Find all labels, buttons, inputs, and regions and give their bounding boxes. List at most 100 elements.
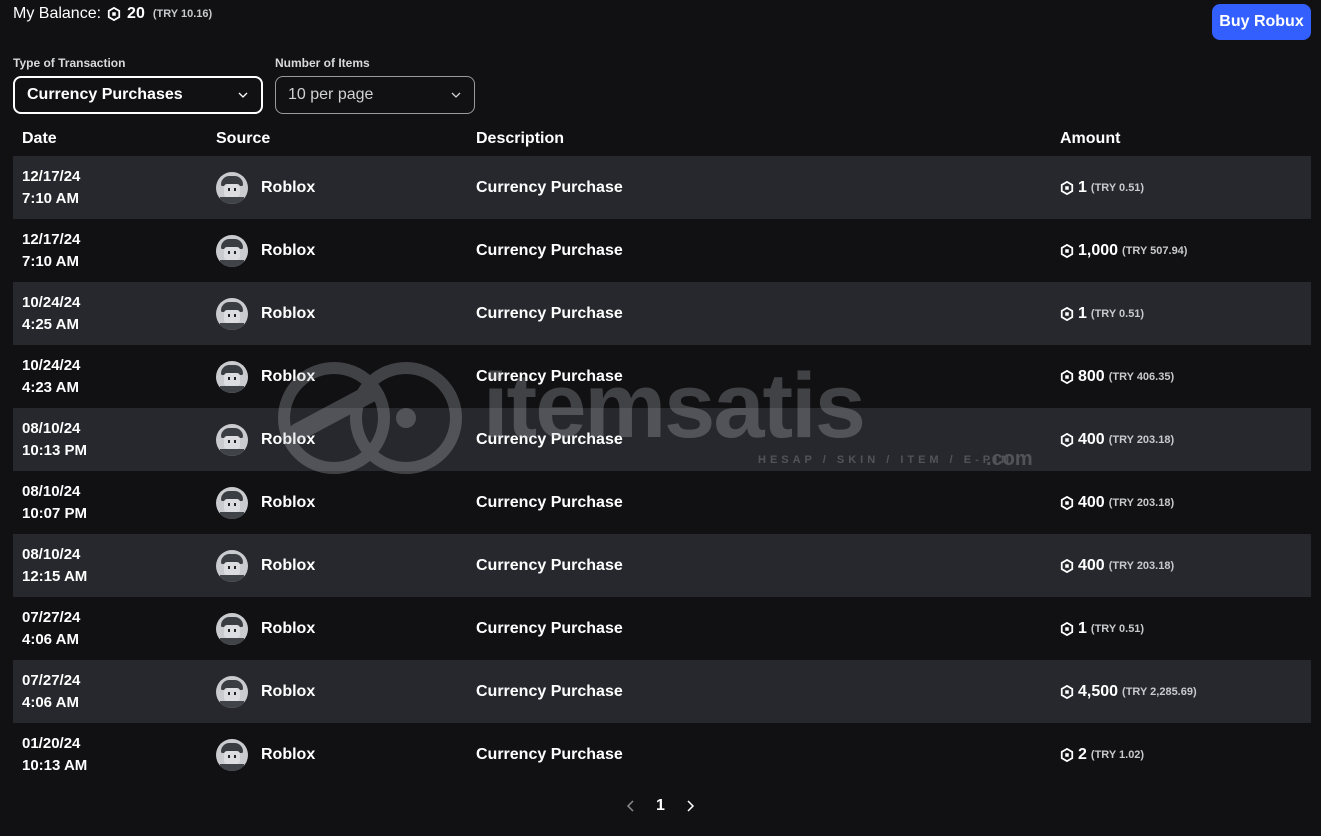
row-description: Currency Purchase [476,178,623,196]
row-amount: 400 [1078,493,1105,511]
row-description: Currency Purchase [476,241,623,259]
transaction-type-select[interactable]: Currency Purchases [13,76,263,114]
avatar[interactable] [216,549,248,582]
avatar[interactable] [216,360,248,393]
balance-try: (TRY 10.16) [152,8,213,20]
row-date-cell: 10/24/24 4:25 AM [13,292,216,336]
row-date-cell: 12/17/24 7:10 AM [13,166,216,210]
items-count-filter: Number of Items 10 per page [275,56,475,114]
row-source[interactable]: Roblox [261,305,315,323]
row-source[interactable]: Roblox [261,242,315,260]
row-description: Currency Purchase [476,619,623,637]
row-time: 4:25 AM [22,315,79,333]
row-source-cell: Roblox [216,738,476,771]
robux-icon [107,7,121,21]
robux-icon [1060,558,1074,573]
balance-amount: 20 [127,5,145,22]
table-body: 12/17/24 7:10 AM Roblox Currency Purchase 1(… [13,156,1311,786]
row-amount: 1 [1078,178,1087,196]
chevron-right-icon[interactable] [683,799,697,813]
row-date-cell: 07/27/24 4:06 AM [13,607,216,651]
row-time: 7:10 AM [22,252,79,270]
row-amount: 1,000 [1078,241,1119,259]
avatar[interactable] [216,297,248,330]
row-amount: 1 [1078,619,1087,637]
items-count-select[interactable]: 10 per page [275,76,475,114]
row-source[interactable]: Roblox [261,557,315,575]
row-date: 01/20/24 [22,734,81,752]
table-row: 08/10/24 12:15 AM Roblox Currency Purchase 4… [13,534,1311,597]
avatar[interactable] [216,675,248,708]
row-description: Currency Purchase [476,367,623,385]
table-row: 07/27/24 4:06 AM Roblox Currency Purchase 4,… [13,660,1311,723]
items-count-label: Number of Items [275,56,370,70]
row-date: 07/27/24 [22,608,81,626]
row-amount-try: (TRY 0.51) [1090,622,1145,635]
row-date-cell: 12/17/24 7:10 AM [13,229,216,273]
row-source-cell: Roblox [216,360,476,393]
table-row: 12/17/24 7:10 AM Roblox Currency Purchase 1,… [13,219,1311,282]
row-source[interactable]: Roblox [261,683,315,701]
row-source[interactable]: Roblox [261,431,315,449]
row-time: 7:10 AM [22,189,79,207]
table-row: 07/27/24 4:06 AM Roblox Currency Purchase 1(… [13,597,1311,660]
row-source[interactable]: Roblox [261,620,315,638]
header-amount: Amount [1060,130,1121,147]
avatar[interactable] [216,612,248,645]
row-date-cell: 08/10/24 10:13 PM [13,418,216,462]
row-amount-try: (TRY 203.18) [1108,496,1175,509]
header-source: Source [216,130,271,147]
buy-robux-button[interactable]: Buy Robux [1212,4,1311,40]
row-amount-try: (TRY 203.18) [1108,433,1175,446]
current-page[interactable]: 1 [656,797,665,815]
row-date-cell: 10/24/24 4:23 AM [13,355,216,399]
row-date: 12/17/24 [22,167,81,185]
row-time: 10:07 PM [22,504,88,522]
avatar[interactable] [216,171,248,204]
table-header: Date Source Description Amount [13,122,1311,156]
row-source[interactable]: Roblox [261,494,315,512]
transaction-type-filter: Type of Transaction Currency Purchases [13,56,263,114]
table-row: 12/17/24 7:10 AM Roblox Currency Purchase 1(… [13,156,1311,219]
transaction-type-value: Currency Purchases [27,86,183,103]
robux-icon [1060,369,1074,384]
robux-icon [1060,621,1074,636]
row-description: Currency Purchase [476,556,623,574]
robux-icon [1060,747,1074,762]
transactions-table: Date Source Description Amount 12/17/24 7… [13,122,1311,786]
row-amount: 800 [1078,367,1105,385]
header-date: Date [22,130,57,147]
row-source[interactable]: Roblox [261,368,315,386]
row-date-cell: 01/20/24 10:13 AM [13,733,216,777]
row-amount-cell: 400 (TRY 203.18) [1060,557,1311,575]
row-date: 10/24/24 [22,356,81,374]
robux-icon [1060,243,1074,258]
row-source[interactable]: Roblox [261,746,315,764]
row-amount: 1 [1078,304,1087,322]
row-source-cell: Roblox [216,171,476,204]
row-date: 08/10/24 [22,545,81,563]
row-description: Currency Purchase [476,493,623,511]
row-time: 10:13 PM [22,441,88,459]
header-description: Description [476,130,565,147]
row-amount-cell: 1,000 (TRY 507.94) [1060,242,1311,260]
row-date: 07/27/24 [22,671,81,689]
row-amount-cell: 2 (TRY 1.02) [1060,746,1311,764]
row-source-cell: Roblox [216,549,476,582]
row-amount-cell: 400 (TRY 203.18) [1060,431,1311,449]
row-amount-cell: 800 (TRY 406.35) [1060,368,1311,386]
chevron-down-icon [450,89,462,101]
balance-display: My Balance: 20 (TRY 10.16) [13,5,212,23]
row-amount-try: (TRY 507.94) [1122,244,1188,257]
row-source[interactable]: Roblox [261,179,315,197]
row-date: 08/10/24 [22,482,81,500]
avatar[interactable] [216,486,248,519]
avatar[interactable] [216,234,248,267]
row-date-cell: 08/10/24 12:15 AM [13,544,216,588]
avatar[interactable] [216,423,248,456]
chevron-left-icon[interactable] [624,799,638,813]
row-date: 10/24/24 [22,293,81,311]
row-amount: 4,500 [1078,682,1119,700]
table-row: 08/10/24 10:13 PM Roblox Currency Purchase 4… [13,408,1311,471]
avatar[interactable] [216,738,248,771]
